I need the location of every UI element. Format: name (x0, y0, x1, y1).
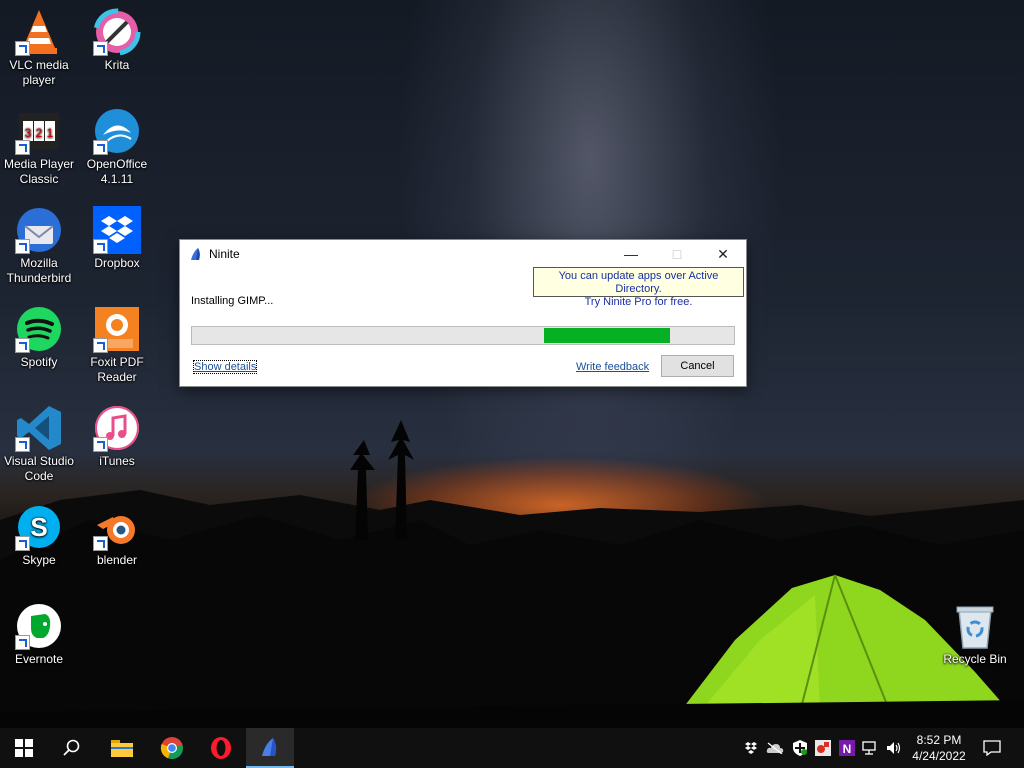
svg-text:2: 2 (36, 126, 43, 140)
onenote-tray-icon[interactable]: N (836, 728, 858, 768)
desktop-icon-itunes[interactable]: iTunes (78, 404, 156, 469)
title-bar[interactable]: Ninite — □ ✕ (180, 240, 746, 268)
progress-fill (544, 328, 670, 343)
desktop-icon-label: Evernote (14, 652, 64, 666)
ninite-logo-icon (189, 247, 203, 264)
search-icon[interactable] (48, 728, 96, 768)
close-button[interactable]: ✕ (700, 240, 746, 268)
taskbar: N 8:52 PM 4/24/2022 (0, 728, 1024, 768)
foxit-icon (93, 305, 141, 353)
desktop-icon-vscode[interactable]: Visual Studio Code (0, 404, 78, 484)
evernote-icon (15, 602, 63, 650)
desktop-icon-label: Recycle Bin (943, 652, 1007, 666)
desktop-icon-label: Dropbox (94, 256, 140, 270)
app-tray-icon[interactable] (812, 728, 834, 768)
write-feedback-link[interactable]: Write feedback (576, 361, 649, 373)
desktop-icon-thunderbird[interactable]: Mozilla Thunderbird (0, 206, 78, 286)
tooltip-line-1: You can update apps over Active Director… (558, 270, 719, 295)
desktop-icon-label: VLC media player (9, 58, 69, 87)
recycle-bin-icon (951, 602, 999, 650)
desktop-icon-label: Visual Studio Code (4, 454, 74, 483)
notification-icon[interactable] (980, 728, 1004, 768)
windows-start-icon[interactable] (0, 728, 48, 768)
desktop-icon-label: Krita (104, 58, 130, 72)
media-player-classic-icon: 321 (15, 107, 63, 155)
desktop-icon-skype[interactable]: S Skype (0, 503, 78, 568)
clock-time: 8:52 PM (916, 733, 962, 747)
progress-bar (191, 326, 735, 345)
dropbox-icon (93, 206, 141, 254)
vscode-icon (15, 404, 63, 452)
chrome-icon[interactable] (148, 728, 196, 768)
clock-date: 4/24/2022 (912, 749, 966, 763)
desktop-icon-foxit[interactable]: Foxit PDF Reader (78, 305, 156, 385)
desktop-icon-label: Mozilla Thunderbird (6, 256, 72, 285)
vlc-icon (15, 8, 63, 56)
file-explorer-icon[interactable] (98, 728, 146, 768)
desktop-icon-label: OpenOffice 4.1.11 (86, 157, 148, 186)
desktop-icon-label: Spotify (20, 355, 58, 369)
install-status: Installing GIMP... (191, 295, 274, 307)
desktop-icon-openoffice[interactable]: OpenOffice 4.1.11 (78, 107, 156, 187)
show-details-link[interactable]: Show details (192, 360, 258, 374)
desktop-icon-label: blender (96, 553, 138, 567)
svg-text:N: N (843, 742, 852, 756)
tooltip-line-2: Try Ninite Pro for free. (584, 296, 693, 308)
itunes-icon (93, 404, 141, 452)
desktop-icon-blender[interactable]: blender (78, 503, 156, 568)
thunderbird-icon (15, 206, 63, 254)
svg-text:S: S (30, 512, 47, 542)
window-title: Ninite (209, 247, 240, 261)
desktop-icon-label: Foxit PDF Reader (90, 355, 144, 384)
desktop-icon-dropbox[interactable]: Dropbox (78, 206, 156, 271)
ninite-window: Ninite — □ ✕ You can update apps over Ac… (179, 239, 747, 387)
openoffice-icon (93, 107, 141, 155)
ninite-pro-tooltip[interactable]: You can update apps over Active Director… (533, 267, 744, 308)
cancel-button[interactable]: Cancel (661, 355, 734, 377)
skype-icon: S (15, 503, 63, 551)
ninite-icon[interactable] (246, 728, 294, 768)
blender-icon (93, 503, 141, 551)
opera-icon[interactable] (197, 728, 245, 768)
desktop-icon-vlc[interactable]: VLC media player (0, 8, 78, 88)
onedrive-tray-icon[interactable] (764, 728, 786, 768)
defender-tray-icon[interactable] (790, 728, 810, 768)
spotify-icon (15, 305, 63, 353)
desktop-icon-media-player-classic[interactable]: 321 Media Player Classic (0, 107, 78, 187)
desktop-icon-evernote[interactable]: Evernote (0, 602, 78, 667)
clock[interactable]: 8:52 PM 4/24/2022 (900, 732, 978, 764)
svg-text:1: 1 (47, 126, 54, 140)
desktop-icon-recycle-bin[interactable]: Recycle Bin (936, 602, 1014, 667)
network-icon[interactable] (860, 728, 880, 768)
dropbox-tray-icon[interactable] (742, 728, 760, 768)
desktop-icon-spotify[interactable]: Spotify (0, 305, 78, 370)
minimize-button[interactable]: — (608, 240, 654, 268)
desktop-icon-label: Media Player Classic (3, 157, 75, 186)
krita-icon (93, 8, 141, 56)
svg-text:3: 3 (25, 126, 32, 140)
desktop-icon-label: Skype (22, 553, 56, 567)
desktop-icon-krita[interactable]: Krita (78, 8, 156, 73)
maximize-button[interactable]: □ (654, 240, 700, 268)
desktop-icon-label: iTunes (99, 454, 135, 468)
